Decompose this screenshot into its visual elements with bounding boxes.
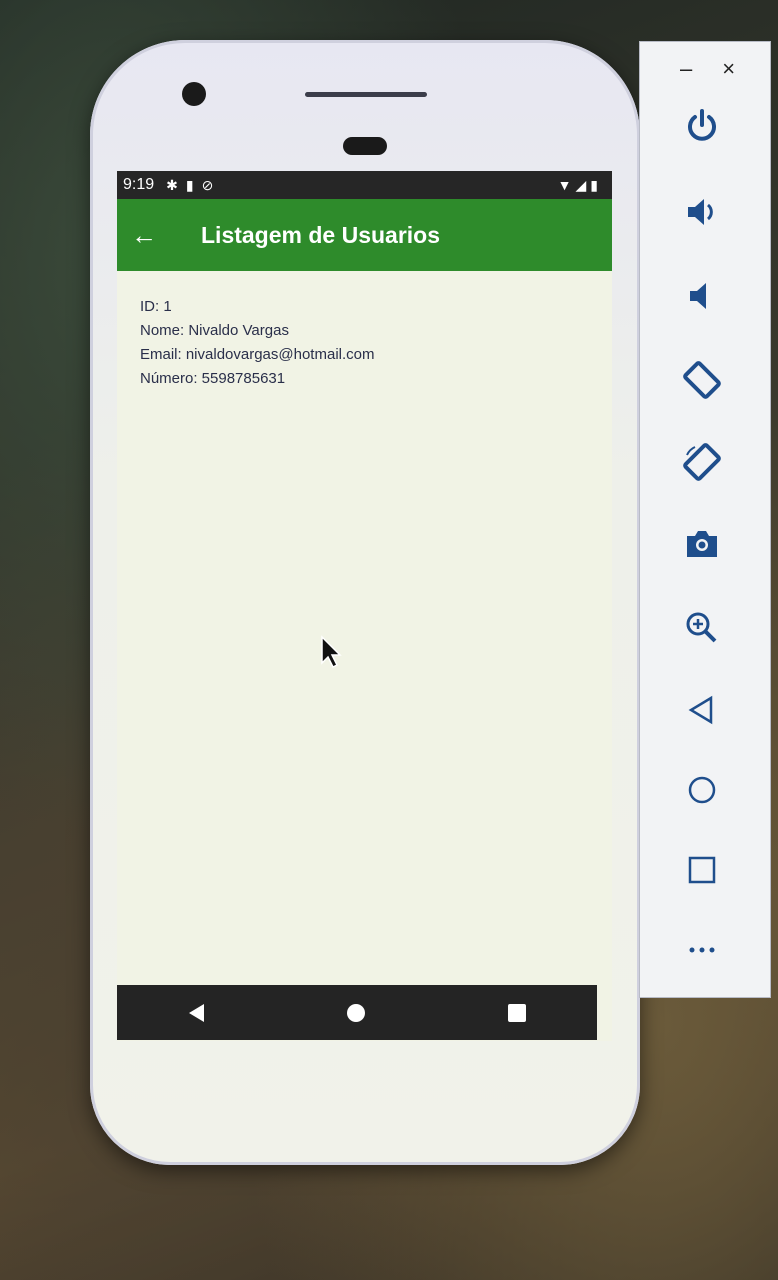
user-id: ID: 1 (140, 298, 172, 315)
volume-down-icon (690, 283, 706, 309)
minimize-button[interactable]: – (680, 56, 692, 82)
status-system-icons: ▼◢▮ (558, 177, 602, 194)
arrow-left-icon: ← (131, 219, 157, 250)
window-controls: – × (680, 56, 735, 82)
wifi-icon: ▼ (557, 176, 576, 193)
rotate-right-icon (683, 443, 721, 481)
status-bar: 9:19 ✱▮⊘ ▼◢▮ (117, 171, 612, 199)
volume-down-button[interactable] (680, 274, 724, 318)
device-screen: 9:19 ✱▮⊘ ▼◢▮ ← Listagem de Usuarios ID: … (117, 171, 612, 1041)
phone-frame: 9:19 ✱▮⊘ ▼◢▮ ← Listagem de Usuarios ID: … (90, 40, 640, 1165)
screenshot-button[interactable] (680, 522, 724, 566)
volume-up-icon (688, 199, 713, 225)
rotate-left-button[interactable] (680, 358, 724, 402)
earpiece (343, 137, 387, 155)
front-camera (182, 82, 206, 106)
emulator-toolbar: – × (640, 42, 770, 997)
camera-icon (687, 531, 717, 557)
page-title: Listagem de Usuarios (201, 221, 441, 248)
status-time: 9:19 (123, 176, 155, 193)
power-icon (688, 109, 716, 141)
overview-icon (688, 856, 716, 884)
back-button-toolbar[interactable] (680, 688, 724, 732)
back-icon (688, 695, 713, 725)
user-number: Número: 5598785631 (140, 370, 286, 387)
more-icon (689, 947, 715, 953)
back-triangle-icon[interactable] (188, 1003, 204, 1022)
sd-card-icon: ▮ (185, 176, 202, 193)
speaker-grille (305, 92, 427, 97)
battery-icon: ▮ (590, 176, 602, 193)
power-button[interactable] (680, 104, 724, 148)
zoom-button[interactable] (680, 606, 724, 650)
system-navigation-bar (117, 985, 597, 1040)
user-list-item: ID: 1 Nome: Nivaldo Vargas Email: nivald… (140, 295, 375, 391)
user-name: Nome: Nivaldo Vargas (140, 322, 289, 339)
close-button[interactable]: × (722, 56, 735, 82)
rotate-right-button[interactable] (680, 440, 724, 484)
home-circle-icon[interactable] (346, 1003, 365, 1022)
zoom-icon (686, 612, 717, 643)
mouse-cursor-icon (321, 635, 342, 669)
app-bar: ← Listagem de Usuarios (117, 199, 612, 271)
back-button[interactable]: ← (131, 220, 171, 251)
status-notification-icons: ✱▮⊘ (166, 177, 221, 194)
overview-button[interactable] (680, 848, 724, 892)
home-icon (688, 776, 716, 804)
blocked-icon: ⊘ (201, 176, 222, 193)
settings-icon: ✱ (166, 176, 186, 193)
recents-square-icon[interactable] (507, 1003, 526, 1022)
user-email: Email: nivaldovargas@hotmail.com (140, 346, 375, 363)
signal-icon: ◢ (575, 176, 591, 193)
volume-up-button[interactable] (680, 190, 724, 234)
more-button[interactable] (680, 928, 724, 972)
home-button-toolbar[interactable] (680, 768, 724, 812)
rotate-left-icon (683, 361, 721, 399)
